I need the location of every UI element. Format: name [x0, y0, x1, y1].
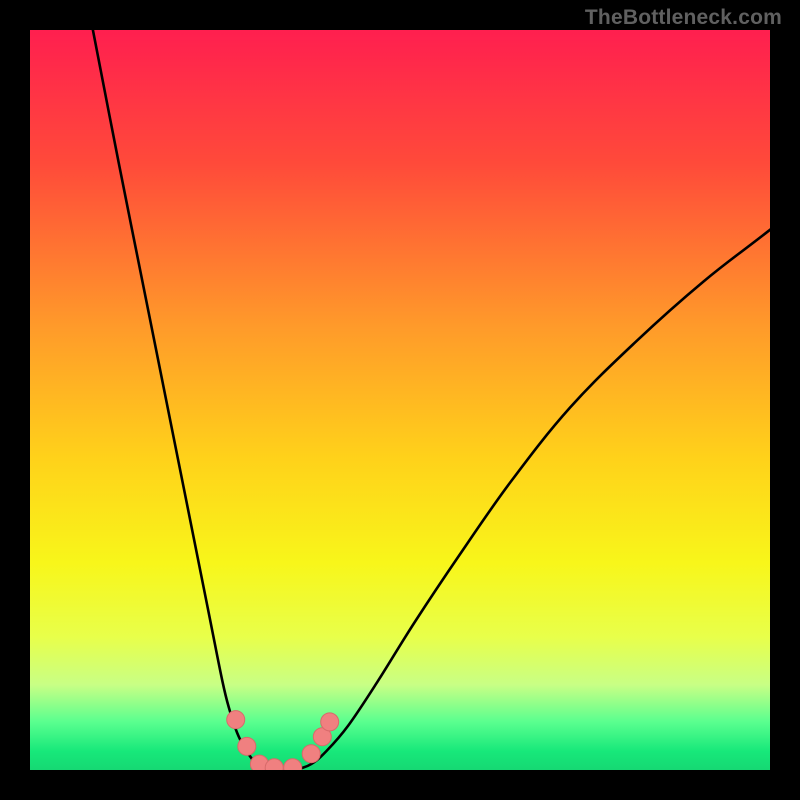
- chart-frame: TheBottleneck.com: [0, 0, 800, 800]
- marker-point: [227, 711, 245, 729]
- marker-point: [302, 745, 320, 763]
- gradient-background: [30, 30, 770, 770]
- watermark-text: TheBottleneck.com: [585, 6, 782, 30]
- chart-svg: [30, 30, 770, 770]
- marker-point: [238, 737, 256, 755]
- marker-point: [321, 713, 339, 731]
- plot-area: [30, 30, 770, 770]
